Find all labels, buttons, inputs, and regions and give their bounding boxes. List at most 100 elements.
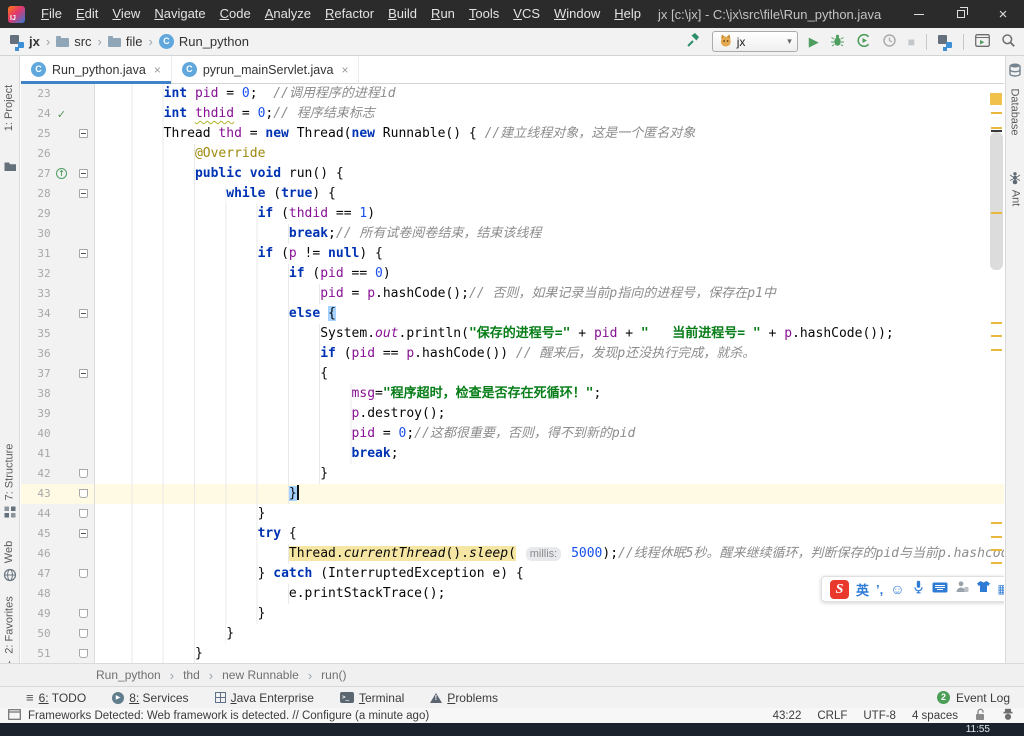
- code-line-26[interactable]: 26@Override: [21, 144, 1004, 164]
- run-button[interactable]: ▶: [809, 35, 819, 48]
- code-line-46[interactable]: 46Thread.currentThread().sleep( millis: …: [21, 544, 1004, 564]
- restore-button[interactable]: [940, 0, 982, 28]
- warning-mark[interactable]: [991, 322, 1002, 324]
- menu-refactor[interactable]: Refactor: [318, 6, 381, 21]
- code-line-41[interactable]: 41break;: [21, 444, 1004, 464]
- menu-view[interactable]: View: [105, 6, 147, 21]
- code-line-39[interactable]: 39p.destroy();: [21, 404, 1004, 424]
- fold-end-icon[interactable]: [79, 469, 88, 478]
- indent-size[interactable]: 4 spaces: [912, 710, 958, 722]
- code-line-28[interactable]: 28while (true) {: [21, 184, 1004, 204]
- warning-mark[interactable]: [991, 335, 1002, 337]
- menu-code[interactable]: Code: [213, 6, 258, 21]
- skin-shirt-icon[interactable]: [976, 580, 991, 598]
- hector-inspections-icon[interactable]: [1002, 708, 1014, 724]
- encoding[interactable]: UTF-8: [863, 710, 896, 722]
- toolbutton-javaee[interactable]: Java Enterprise: [215, 691, 314, 705]
- toolbutton-services[interactable]: 8: Services: [112, 691, 188, 705]
- run-with-coverage-button[interactable]: [856, 33, 871, 51]
- toolbutton-eventlog[interactable]: 2 Event Log: [937, 691, 1010, 705]
- code-line-25[interactable]: 25Thread thd = new Thread(new Runnable()…: [21, 124, 1004, 144]
- line-ending[interactable]: CRLF: [817, 710, 847, 722]
- code-line-51[interactable]: 51}: [21, 644, 1004, 663]
- run-config-combo[interactable]: jx ▾: [712, 31, 798, 52]
- code-line-40[interactable]: 40pid = 0;//这都很重要，否则，得不到新的pid: [21, 424, 1004, 444]
- emoji-icon[interactable]: ☺: [890, 582, 904, 596]
- menu-analyze[interactable]: Analyze: [258, 6, 318, 21]
- minimize-button[interactable]: [898, 0, 940, 28]
- menu-window[interactable]: Window: [547, 6, 607, 21]
- close-icon[interactable]: ×: [154, 63, 161, 77]
- code-line-32[interactable]: 32if (pid == 0): [21, 264, 1004, 284]
- code-line-50[interactable]: 50}: [21, 624, 1004, 644]
- code-line-37[interactable]: 37{: [21, 364, 1004, 384]
- taskbar-clock[interactable]: 11:55: [966, 723, 990, 736]
- fold-collapse-icon[interactable]: [79, 309, 88, 318]
- code-line-31[interactable]: 31if (p != null) {: [21, 244, 1004, 264]
- code-line-43[interactable]: 43}: [21, 484, 1004, 504]
- menu-run[interactable]: Run: [424, 6, 462, 21]
- fold-collapse-icon[interactable]: [79, 189, 88, 198]
- fold-end-icon[interactable]: [79, 569, 88, 578]
- code-line-23[interactable]: 23int pid = 0; //调用程序的进程id: [21, 84, 1004, 104]
- toolbutton-terminal[interactable]: Terminal: [340, 691, 404, 705]
- code-line-24[interactable]: 24✓int thdid = 0;// 程序结束标志: [21, 104, 1004, 124]
- build-hammer-icon[interactable]: [685, 32, 701, 51]
- menu-file[interactable]: File: [34, 6, 69, 21]
- ime-toolbox-icon[interactable]: ▦: [998, 582, 1004, 596]
- toolbutton-todo[interactable]: ≡6: TODO: [26, 691, 86, 705]
- menu-vcs[interactable]: VCS: [506, 6, 547, 21]
- code-line-34[interactable]: 34else {: [21, 304, 1004, 324]
- fold-collapse-icon[interactable]: [79, 129, 88, 138]
- code-line-44[interactable]: 44}: [21, 504, 1004, 524]
- fold-collapse-icon[interactable]: [79, 529, 88, 538]
- fold-end-icon[interactable]: [79, 609, 88, 618]
- debug-button[interactable]: [830, 33, 845, 51]
- warning-mark[interactable]: [991, 212, 1002, 214]
- editor-breadcrumb-item[interactable]: new Runnable: [222, 668, 299, 682]
- breadcrumb-item-src[interactable]: src: [56, 34, 91, 49]
- fold-end-icon[interactable]: [79, 649, 88, 658]
- code-line-33[interactable]: 33pid = p.hashCode();// 否则，如果记录当前p指向的进程号…: [21, 284, 1004, 304]
- breadcrumb-item-jx[interactable]: jx: [10, 34, 40, 49]
- implement-method-icon[interactable]: [56, 168, 67, 179]
- warning-mark[interactable]: [991, 349, 1002, 351]
- warning-mark[interactable]: [991, 112, 1002, 114]
- sogou-logo-icon[interactable]: S: [830, 580, 849, 599]
- warning-mark[interactable]: [991, 549, 1002, 551]
- fold-end-icon[interactable]: [79, 489, 88, 498]
- status-message[interactable]: Frameworks Detected: Web framework is de…: [28, 710, 429, 722]
- editor[interactable]: 23int pid = 0; //调用程序的进程id24✓int thdid =…: [21, 84, 1004, 663]
- code-line-30[interactable]: 30break;// 所有试卷阅卷结束，结束该线程: [21, 224, 1004, 244]
- warning-mark[interactable]: [991, 522, 1002, 524]
- breadcrumb-item-file[interactable]: file: [108, 34, 143, 49]
- warning-mark[interactable]: [991, 536, 1002, 538]
- fold-collapse-icon[interactable]: [79, 249, 88, 258]
- caret-mark[interactable]: [991, 130, 1002, 132]
- unlock-icon[interactable]: [974, 708, 986, 724]
- code-line-27[interactable]: 27public void run() {: [21, 164, 1004, 184]
- code-line-45[interactable]: 45try {: [21, 524, 1004, 544]
- toolbutton-problems[interactable]: Problems: [430, 691, 498, 705]
- fold-collapse-icon[interactable]: [79, 169, 88, 178]
- code-line-35[interactable]: 35System.out.println("保存的进程号=" + pid + "…: [21, 324, 1004, 344]
- ime-language-toggle[interactable]: 英: [856, 580, 869, 599]
- tab-pyrun_mainServlet.java[interactable]: Cpyrun_mainServlet.java×: [172, 56, 360, 83]
- menu-edit[interactable]: Edit: [69, 6, 105, 21]
- keyboard-icon[interactable]: [932, 580, 948, 598]
- menu-navigate[interactable]: Navigate: [147, 6, 212, 21]
- ime-punctuation-toggle[interactable]: ’,: [876, 582, 883, 597]
- caret-position[interactable]: 43:22: [773, 710, 802, 722]
- warning-mark[interactable]: [991, 127, 1002, 129]
- editor-breadcrumb-item[interactable]: run(): [321, 668, 346, 682]
- code-line-36[interactable]: 36if (pid == p.hashCode()) // 醒来后，发现p还没执…: [21, 344, 1004, 364]
- code-line-49[interactable]: 49}: [21, 604, 1004, 624]
- fold-end-icon[interactable]: [79, 509, 88, 518]
- skin-person-icon[interactable]: [955, 580, 969, 598]
- scrollbar-thumb[interactable]: [990, 132, 1003, 270]
- editor-breadcrumb-item[interactable]: Run_python: [96, 668, 161, 682]
- code-line-42[interactable]: 42}: [21, 464, 1004, 484]
- warning-mark[interactable]: [991, 562, 1002, 564]
- warnings-indicator[interactable]: [990, 93, 1002, 105]
- editor-breadcrumb-item[interactable]: thd: [183, 668, 200, 682]
